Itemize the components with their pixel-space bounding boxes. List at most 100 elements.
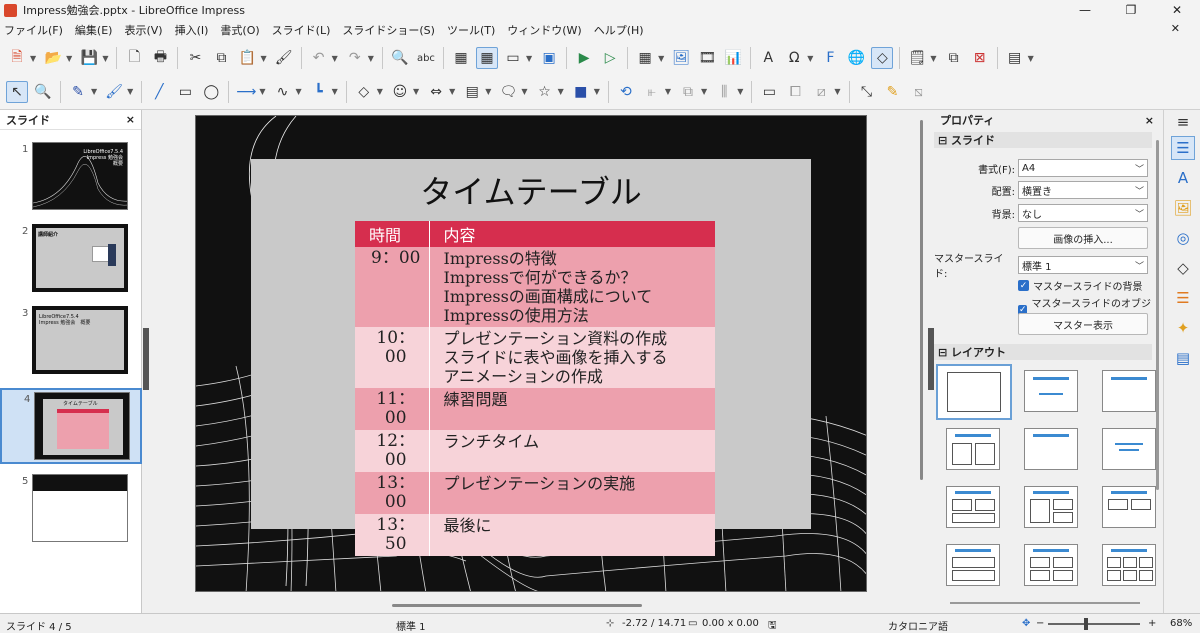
collapse-slide-pane-handle[interactable] [143, 328, 149, 390]
hyperlink-icon[interactable]: 🌐 [845, 47, 867, 69]
copy-icon[interactable]: ⧉ [210, 47, 232, 69]
timetable[interactable]: 時間 内容 9：00 Impressの特徴 Impressで何ができるか？ Im… [355, 221, 715, 556]
slide-section-header[interactable]: ⊟ スライド [934, 132, 1152, 148]
zoom-slider[interactable] [1048, 623, 1140, 625]
3d-objects-dropdown-icon[interactable]: ▼ [594, 87, 600, 96]
clone-formatting-icon[interactable]: 🖌 [273, 47, 295, 69]
layout-title-content-2content[interactable] [946, 486, 1000, 528]
connector-dropdown-icon[interactable]: ▼ [332, 87, 338, 96]
time-cell[interactable]: 12：00 [355, 430, 430, 472]
distribute-icon[interactable]: ⫼ [713, 81, 735, 103]
fit-slide-icon[interactable]: ✥ [1022, 618, 1030, 629]
filter-dropdown-icon[interactable]: ▼ [834, 87, 840, 96]
slide-transition-tab-icon[interactable]: ☰ [1171, 286, 1195, 310]
slide-thumbnail-1[interactable]: 1 LibreOffice7.5.4 Impress 勉強会 概要 [0, 140, 142, 216]
master-view-button[interactable]: マスター表示 [1018, 313, 1148, 335]
content-cell[interactable]: 練習問題 [429, 388, 715, 430]
horizontal-scrollbar[interactable] [392, 604, 642, 607]
basic-shapes-icon[interactable]: ◇ [353, 81, 375, 103]
filter-icon[interactable]: ⧄ [810, 81, 832, 103]
table-icon[interactable]: ▦ [634, 47, 656, 69]
display-grid-icon[interactable]: ▦ [450, 47, 472, 69]
navigator-tab-icon[interactable]: ◎ [1171, 226, 1195, 250]
delete-slide-icon[interactable]: ⊠ [969, 47, 991, 69]
table-header-content[interactable]: 内容 [429, 221, 715, 247]
block-arrows-dropdown-icon[interactable]: ▼ [449, 87, 455, 96]
content-cell[interactable]: ランチタイム [429, 430, 715, 472]
layout-title-content[interactable] [1102, 370, 1156, 412]
content-cell[interactable]: 最後に [429, 514, 715, 556]
print-icon[interactable]: 🖶 [149, 47, 171, 69]
content-cell[interactable]: プレゼンテーションの実施 [429, 472, 715, 514]
menu-window[interactable]: ウィンドウ(W) [507, 22, 581, 38]
content-cell[interactable]: プレゼンテーション資料の作成 スライドに表や画像を挿入する アニメーションの作成 [429, 327, 715, 388]
layout-title-2content-content[interactable] [1024, 486, 1078, 528]
ellipse-icon[interactable]: ◯ [200, 81, 222, 103]
fontwork-icon[interactable]: F [819, 47, 841, 69]
shapes-tab-icon[interactable]: ◇ [1171, 256, 1195, 280]
animation-tab-icon[interactable]: ✦ [1171, 316, 1195, 340]
open-icon[interactable]: 📂 [42, 47, 64, 69]
callouts-icon[interactable]: 🗨 [497, 81, 519, 103]
align-dropdown-icon[interactable]: ▼ [665, 87, 671, 96]
fill-color-icon[interactable]: 🖌 [103, 81, 125, 103]
stars-icon[interactable]: ☆ [534, 81, 556, 103]
start-first-slide-icon[interactable]: ▶ [573, 47, 595, 69]
paste-icon[interactable]: 📋 [236, 47, 258, 69]
distribute-dropdown-icon[interactable]: ▼ [737, 87, 743, 96]
3d-objects-icon[interactable]: ■ [570, 81, 592, 103]
layout-title-centered[interactable] [1024, 428, 1078, 470]
table-header-time[interactable]: 時間 [355, 221, 430, 247]
stars-dropdown-icon[interactable]: ▼ [558, 87, 564, 96]
language-indicator[interactable]: カタロニア語 [888, 618, 948, 633]
image-icon[interactable]: 🖼 [670, 47, 692, 69]
line-color-icon[interactable]: ✎ [67, 81, 89, 103]
menu-slideshow[interactable]: スライドショー(S) [342, 22, 435, 38]
master-slide-select[interactable]: 標準 1 ﹀ [1018, 256, 1148, 274]
display-views-icon[interactable]: ▭ [502, 47, 524, 69]
arrange-icon[interactable]: ⧉ [677, 81, 699, 103]
document-modified-icon[interactable]: 🖫 [768, 618, 777, 633]
time-cell[interactable]: 9：00 [355, 247, 430, 327]
spelling-icon[interactable]: abc [415, 47, 437, 69]
connector-icon[interactable]: ┗ [308, 81, 330, 103]
time-cell[interactable]: 11：00 [355, 388, 430, 430]
properties-close-icon[interactable]: × [1145, 114, 1154, 127]
properties-hscrollbar[interactable] [950, 602, 1140, 604]
symbol-shapes-dropdown-icon[interactable]: ▼ [413, 87, 419, 96]
close-document-icon[interactable]: ✕ [1171, 22, 1180, 35]
current-slide[interactable]: タイムテーブル 時間 内容 9：00 Impressの特徴 Impressで何が… [195, 115, 867, 592]
menu-file[interactable]: ファイル(F) [4, 22, 63, 38]
time-cell[interactable]: 13：00 [355, 472, 430, 514]
edit-points-icon[interactable]: ⤡ [856, 81, 878, 103]
find-replace-icon[interactable]: 🔍 [389, 47, 411, 69]
layout-title-2content-over-content[interactable] [1102, 486, 1156, 528]
menu-edit[interactable]: 編集(E) [75, 22, 113, 38]
menu-tools[interactable]: ツール(T) [447, 22, 495, 38]
arrow-line-dropdown-icon[interactable]: ▼ [259, 87, 265, 96]
maximize-button[interactable]: ❐ [1108, 0, 1154, 20]
layout-title-4content[interactable] [1024, 544, 1078, 586]
master-slide-icon[interactable]: ▣ [538, 47, 560, 69]
menu-format[interactable]: 書式(O) [220, 22, 259, 38]
flowchart-dropdown-icon[interactable]: ▼ [485, 87, 491, 96]
curve-icon[interactable]: ∿ [271, 81, 293, 103]
align-icon[interactable]: ⫦ [641, 81, 663, 103]
layout-title-2content[interactable] [946, 428, 1000, 470]
background-select[interactable]: なし ﹀ [1018, 204, 1148, 222]
undo-icon[interactable]: ↶ [308, 47, 330, 69]
format-select[interactable]: A4 ﹀ [1018, 159, 1148, 177]
special-character-dropdown-icon[interactable]: ▼ [807, 54, 813, 63]
menu-insert[interactable]: 挿入(I) [175, 22, 209, 38]
layout-title-content-over-content[interactable] [946, 544, 1000, 586]
layout-title-only[interactable] [1024, 370, 1078, 412]
points-icon[interactable]: ◇ [871, 47, 894, 69]
save-dropdown-icon[interactable]: ▼ [102, 54, 108, 63]
paste-dropdown-icon[interactable]: ▼ [260, 54, 266, 63]
rectangle-icon[interactable]: ▭ [174, 81, 196, 103]
close-window-button[interactable]: ✕ [1154, 0, 1200, 20]
chart-icon[interactable]: 📊 [722, 47, 744, 69]
minimize-button[interactable]: — [1062, 0, 1108, 20]
glue-points-icon[interactable]: ✎ [882, 81, 904, 103]
block-arrows-icon[interactable]: ⇔ [425, 81, 447, 103]
